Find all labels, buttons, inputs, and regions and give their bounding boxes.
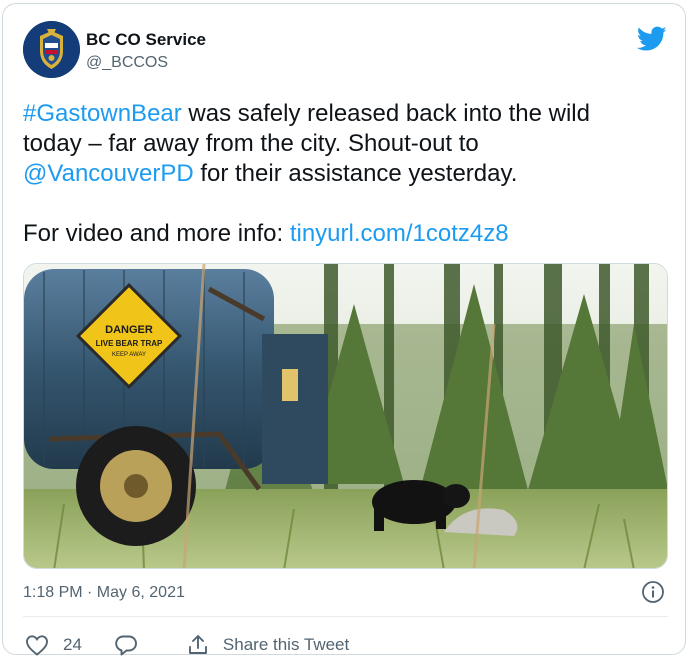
reply-icon: [115, 635, 137, 656]
heart-icon: [26, 635, 48, 656]
share-label: Share this Tweet: [222, 635, 350, 654]
account-handle[interactable]: @_BCCOS: [86, 54, 168, 72]
sign-text-keep-away: KEEP AWAY: [112, 352, 146, 358]
video-prefix: For video and more info:: [23, 220, 290, 247]
video-link[interactable]: tinyurl.com/1cotz4z8: [290, 220, 509, 247]
share-button[interactable]: Share this Tweet: [186, 633, 349, 657]
like-button[interactable]: 24: [25, 634, 82, 656]
twitter-bird-icon[interactable]: [636, 26, 667, 52]
hashtag-link[interactable]: #GastownBear: [23, 100, 182, 127]
info-icon[interactable]: [641, 580, 665, 604]
avatar[interactable]: [23, 21, 80, 78]
tweet-text-line2: today – far away from the city. Shout-ou…: [23, 130, 479, 157]
tweet-timestamp[interactable]: 1:18 PM · May 6, 2021: [23, 584, 185, 602]
tweet-actions: 24 Share this Tweet: [25, 631, 349, 659]
sign-text-trap: LIVE BEAR TRAP: [96, 339, 163, 348]
tweet-text-line1: was safely released back into the wild: [181, 100, 590, 127]
sign-text-danger: DANGER: [105, 324, 153, 336]
reply-button[interactable]: [114, 633, 138, 657]
tweet-card[interactable]: BC CO Service @_BCCOS #GastownBear was s…: [2, 3, 686, 656]
like-count: 24: [63, 635, 82, 654]
tweet-media-image[interactable]: DANGER LIVE BEAR TRAP KEEP AWAY: [23, 263, 668, 569]
mention-link[interactable]: @VancouverPD: [23, 160, 194, 187]
tweet-text-line3: for their assistance yesterday.: [193, 160, 518, 187]
account-name[interactable]: BC CO Service: [86, 30, 206, 50]
tweet-text: #GastownBear was safely released back in…: [23, 99, 673, 249]
share-icon: [188, 635, 207, 654]
divider: [23, 616, 668, 617]
